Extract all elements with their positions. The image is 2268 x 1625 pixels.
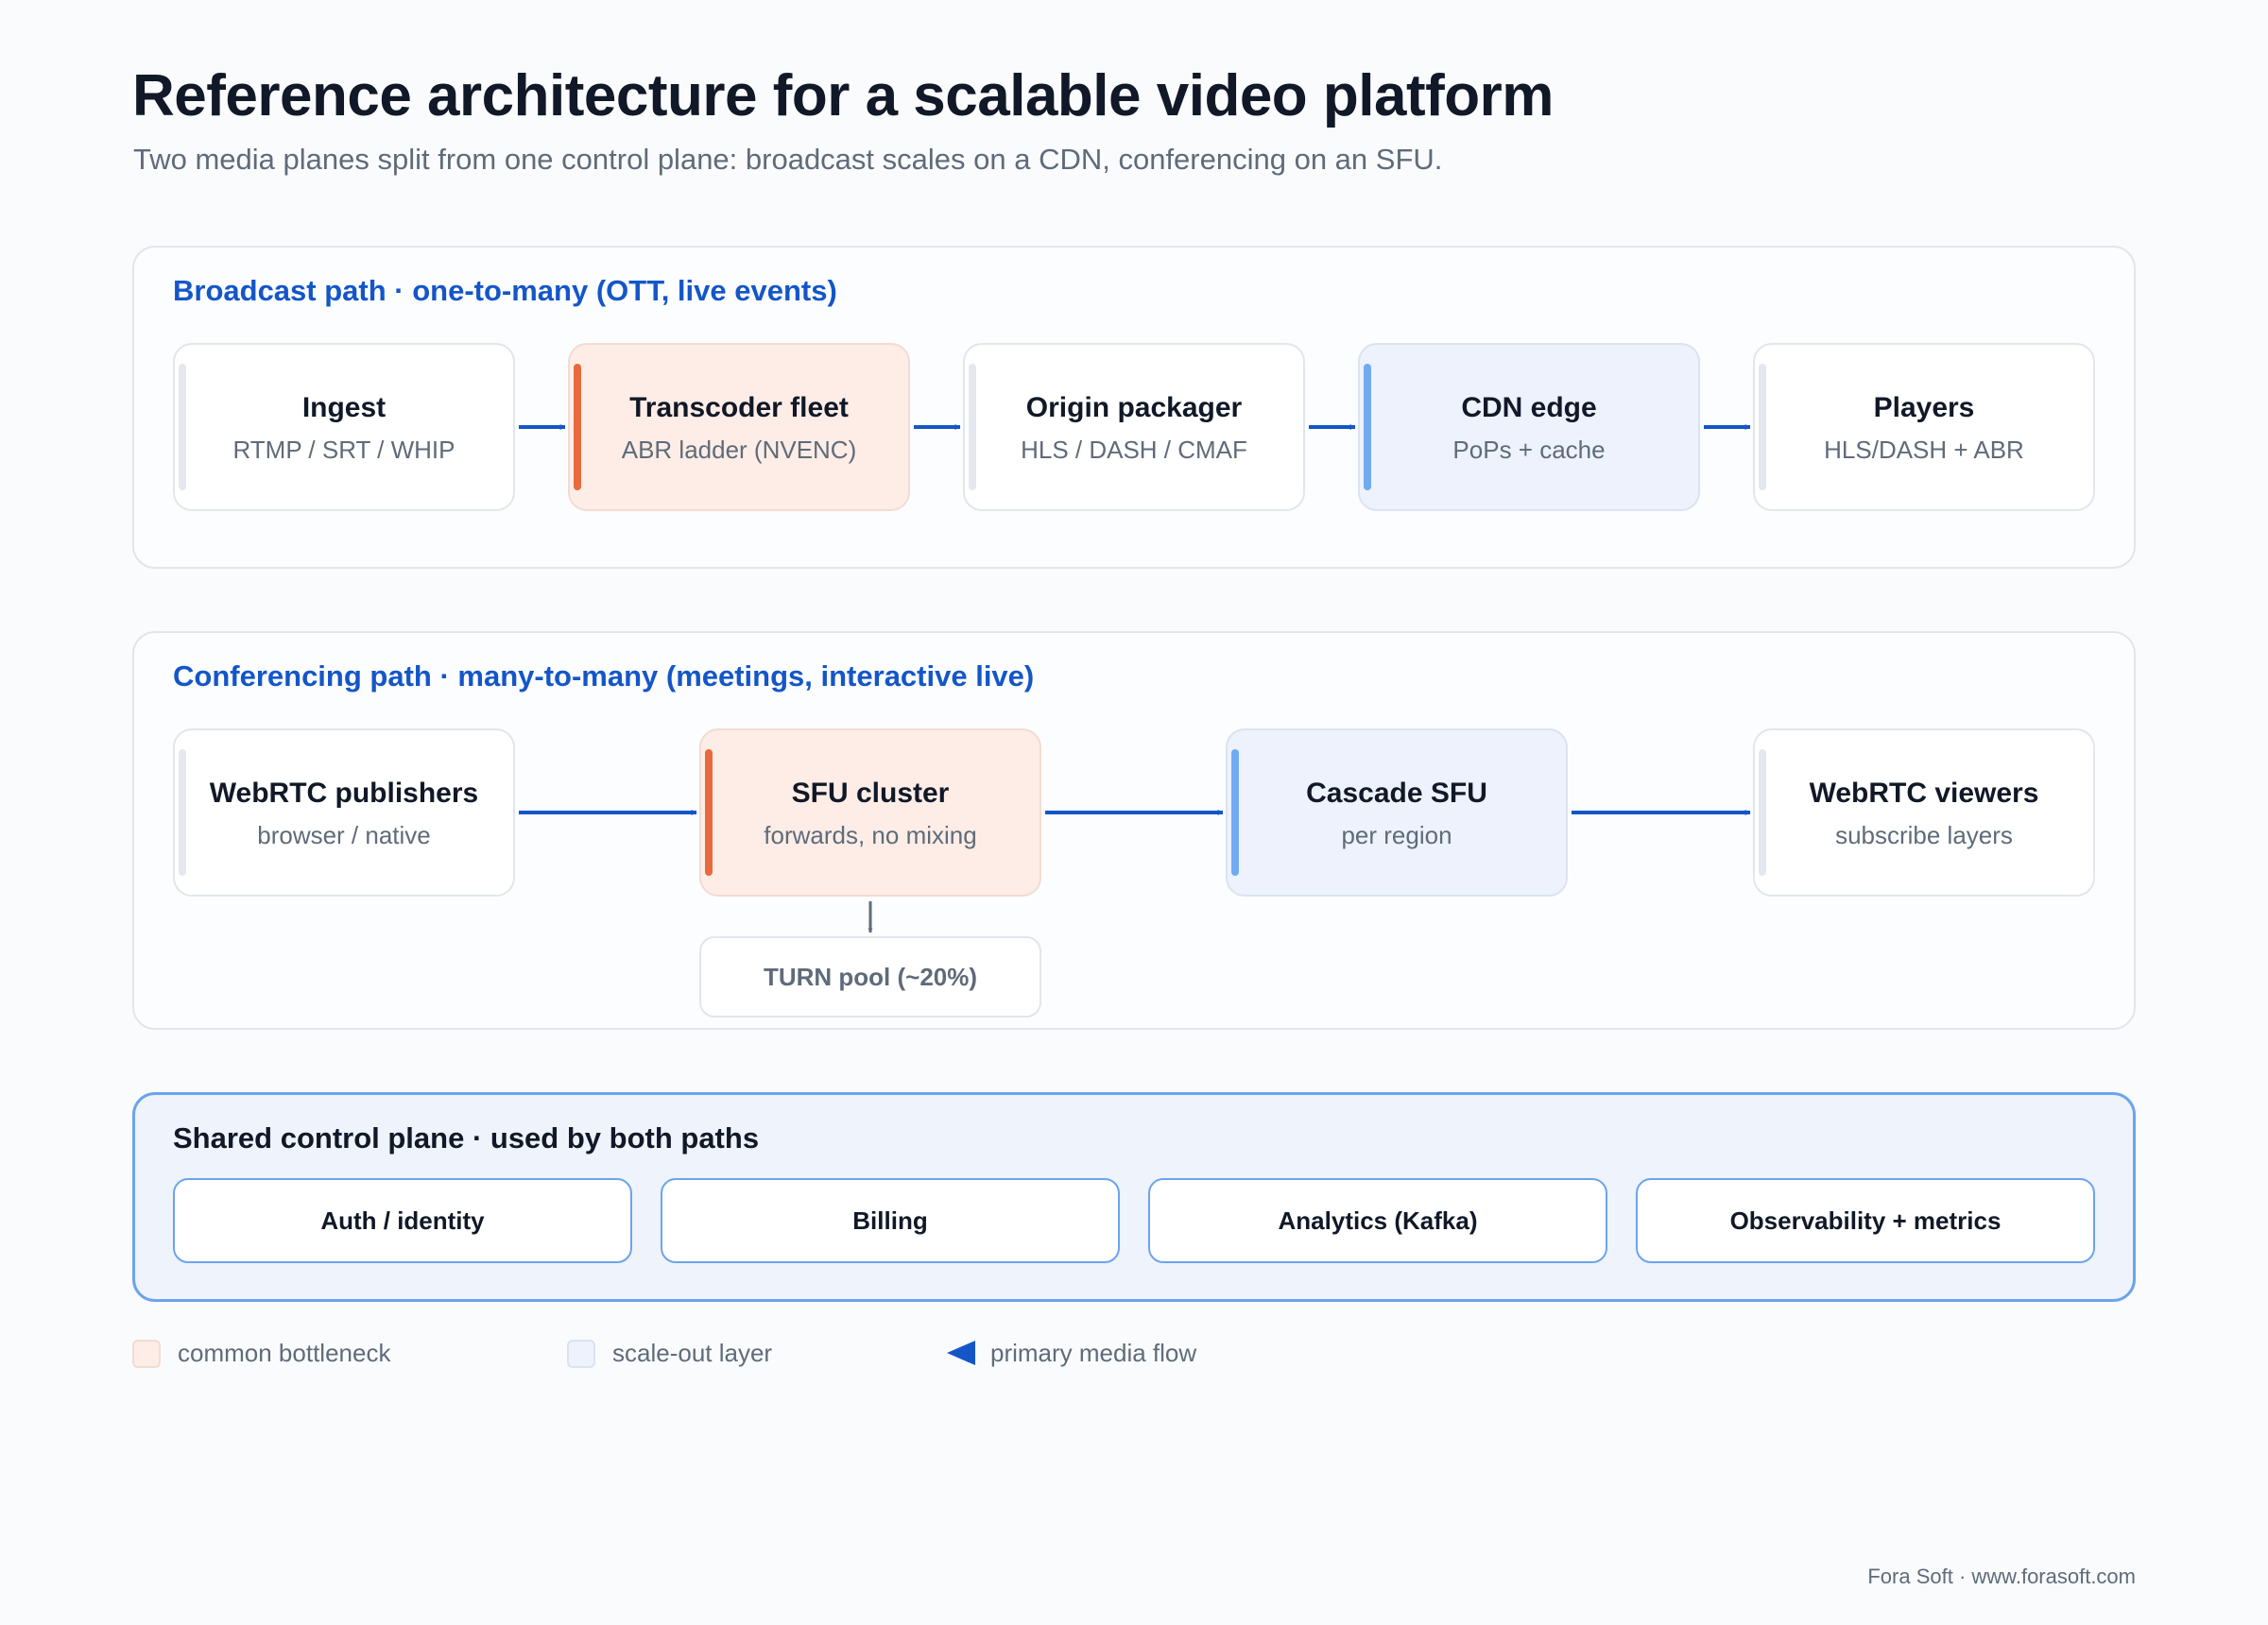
footer-credit: Fora Soft · www.forasoft.com [1867,1565,2136,1588]
legend-scale-out-swatch [567,1340,595,1368]
flow-arrows [519,424,1751,1365]
legend-flow-arrow-icon [947,1341,975,1365]
legend-bottleneck-label: common bottleneck [178,1339,391,1367]
legend-bottleneck-swatch [132,1340,161,1368]
legend-scale-out-label: scale-out layer [612,1339,773,1367]
legend-flow-label: primary media flow [990,1339,1197,1367]
